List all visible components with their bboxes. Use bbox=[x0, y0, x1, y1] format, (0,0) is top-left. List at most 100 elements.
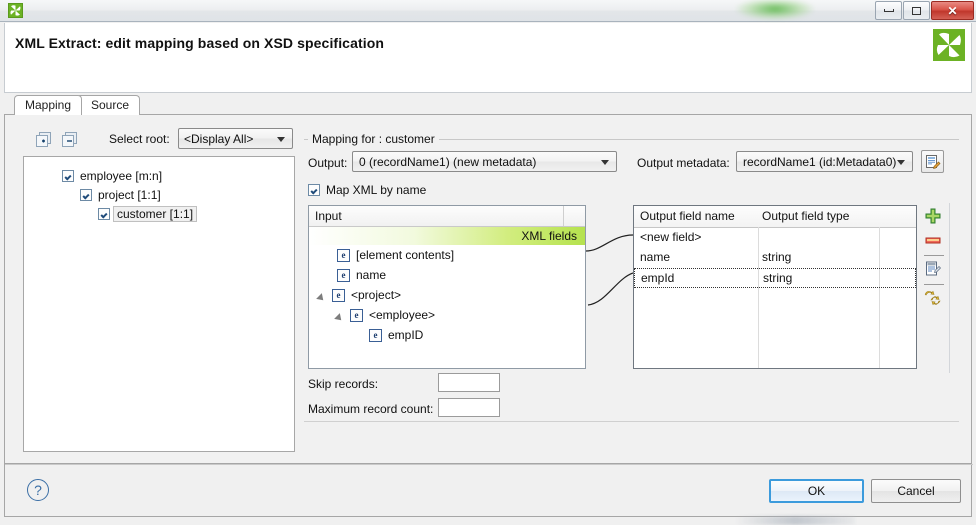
expand-all-button[interactable] bbox=[35, 131, 52, 148]
schema-tree[interactable]: employee [m:n] project [1:1] customer [1… bbox=[23, 156, 295, 452]
tab-mapping[interactable]: Mapping bbox=[14, 95, 82, 115]
toolbar-vertical-divider bbox=[949, 203, 950, 373]
mapping-panel: Mapping for : customer Output: 0 (record… bbox=[304, 125, 959, 455]
input-row-element-contents-label: [element contents] bbox=[356, 248, 454, 262]
input-column-header: Input bbox=[315, 209, 342, 223]
xml-fields-section-row: XML fields bbox=[309, 227, 585, 245]
element-icon: e bbox=[337, 269, 350, 282]
skip-records-label: Skip records: bbox=[308, 377, 378, 391]
chevron-expanded-icon[interactable] bbox=[337, 311, 346, 320]
select-root-dropdown[interactable]: <Display All> bbox=[178, 128, 293, 149]
input-row-employee-label: <employee> bbox=[369, 308, 435, 322]
output-row-name-name: name bbox=[640, 250, 670, 264]
input-fields-panel[interactable]: Input XML fields e [element contents] e … bbox=[308, 205, 586, 369]
mapping-connectors bbox=[586, 205, 633, 369]
max-record-count-label: Maximum record count: bbox=[308, 402, 433, 416]
window-controls: ✕ bbox=[874, 1, 974, 21]
output-metadata-dropdown[interactable]: recordName1 (id:Metadata0) bbox=[736, 151, 913, 172]
swap-mapping-button[interactable] bbox=[924, 289, 944, 309]
tab-mapping-label: Mapping bbox=[25, 98, 71, 112]
add-field-button[interactable] bbox=[924, 207, 944, 227]
minimize-button[interactable] bbox=[875, 1, 902, 20]
cancel-button-label: Cancel bbox=[897, 484, 934, 498]
input-row-employee[interactable]: e <employee> bbox=[309, 305, 585, 325]
element-icon: e bbox=[337, 249, 350, 262]
max-record-count-input[interactable] bbox=[438, 398, 500, 417]
output-row-empid-name: empId bbox=[641, 271, 674, 285]
title-bar: ✕ bbox=[0, 0, 976, 22]
checkbox-customer[interactable] bbox=[98, 208, 110, 220]
xml-extract-dialog: ✕ XML Extract: edit mapping based on XSD… bbox=[0, 0, 976, 525]
toolbar-separator bbox=[924, 255, 944, 256]
tree-item-project[interactable]: project [1:1] bbox=[24, 185, 294, 204]
input-header-divider bbox=[563, 206, 564, 226]
output-dropdown[interactable]: 0 (recordName1) (new metadata) bbox=[352, 151, 617, 172]
tree-item-customer-label: customer [1:1] bbox=[113, 206, 197, 222]
clover-app-icon bbox=[8, 3, 23, 18]
skip-records-input[interactable] bbox=[438, 373, 500, 392]
checkbox-project[interactable] bbox=[80, 189, 92, 201]
checkbox-employee[interactable] bbox=[62, 170, 74, 182]
input-row-empid[interactable]: e empID bbox=[309, 325, 585, 345]
footer-divider bbox=[5, 464, 973, 465]
element-icon: e bbox=[369, 329, 382, 342]
input-row-name[interactable]: e name bbox=[309, 265, 585, 285]
edit-field-button[interactable] bbox=[924, 260, 944, 280]
input-header: Input bbox=[309, 206, 585, 227]
cloveretl-logo bbox=[933, 29, 965, 61]
output-row-name-type: string bbox=[762, 250, 791, 264]
cancel-button[interactable]: Cancel bbox=[871, 479, 961, 503]
map-xml-by-name-row[interactable]: Map XML by name bbox=[308, 183, 426, 197]
select-root-label: Select root: bbox=[109, 132, 170, 146]
output-table-toolbar bbox=[921, 207, 947, 327]
dialog-footer: ? OK Cancel bbox=[4, 464, 972, 517]
chevron-expanded-icon[interactable] bbox=[319, 291, 328, 300]
element-icon: e bbox=[350, 309, 363, 322]
output-fields-table[interactable]: Output field name Output field type <new… bbox=[633, 205, 917, 369]
output-label: Output: bbox=[308, 156, 347, 170]
tree-item-project-label: project [1:1] bbox=[98, 188, 161, 202]
chevron-down-icon bbox=[277, 137, 285, 142]
panel-bottom-divider bbox=[304, 421, 959, 422]
table-row[interactable]: empId string bbox=[634, 268, 916, 288]
close-button[interactable]: ✕ bbox=[931, 1, 974, 20]
map-xml-by-name-checkbox[interactable] bbox=[308, 184, 320, 196]
output-row-empid-type: string bbox=[763, 271, 792, 285]
table-row[interactable]: <new field> bbox=[634, 228, 916, 248]
plus-icon bbox=[924, 207, 942, 225]
maximize-icon bbox=[912, 7, 921, 15]
tab-source-label: Source bbox=[91, 98, 129, 112]
input-row-project[interactable]: e <project> bbox=[309, 285, 585, 305]
chevron-down-icon bbox=[897, 160, 905, 165]
edit-metadata-button[interactable] bbox=[921, 150, 944, 173]
table-row[interactable]: name string bbox=[634, 248, 916, 268]
help-icon[interactable]: ? bbox=[27, 479, 49, 501]
element-icon: e bbox=[332, 289, 345, 302]
titlebar-background-smudge bbox=[735, 0, 815, 20]
toolbar-separator bbox=[924, 284, 944, 285]
minus-icon bbox=[924, 231, 942, 249]
taskbar-edge-smudge bbox=[735, 516, 855, 525]
ok-button-label: OK bbox=[808, 484, 825, 498]
mapping-tab-panel: Select root: <Display All> employee [m:n… bbox=[4, 114, 972, 464]
remove-field-button[interactable] bbox=[924, 231, 944, 251]
input-row-element-contents[interactable]: e [element contents] bbox=[309, 245, 585, 265]
ok-button[interactable]: OK bbox=[769, 479, 864, 503]
input-row-project-label: <project> bbox=[351, 288, 401, 302]
output-table-header: Output field name Output field type bbox=[634, 206, 916, 228]
output-col-type-header: Output field type bbox=[762, 209, 849, 223]
tab-source[interactable]: Source bbox=[76, 95, 140, 115]
minimize-icon bbox=[884, 9, 894, 12]
output-value: 0 (recordName1) (new metadata) bbox=[359, 155, 536, 169]
output-metadata-value: recordName1 (id:Metadata0) bbox=[743, 155, 896, 169]
tree-item-employee[interactable]: employee [m:n] bbox=[24, 166, 294, 185]
input-row-name-label: name bbox=[356, 268, 386, 282]
output-metadata-label: Output metadata: bbox=[637, 156, 730, 170]
maximize-button[interactable] bbox=[903, 1, 930, 20]
collapse-all-button[interactable] bbox=[61, 131, 78, 148]
mapping-group-title: Mapping for : customer bbox=[308, 132, 439, 146]
swap-arrows-icon bbox=[924, 289, 942, 307]
chevron-down-icon bbox=[601, 160, 609, 165]
tab-strip: Source Mapping bbox=[4, 95, 972, 115]
tree-item-customer[interactable]: customer [1:1] bbox=[24, 204, 294, 223]
